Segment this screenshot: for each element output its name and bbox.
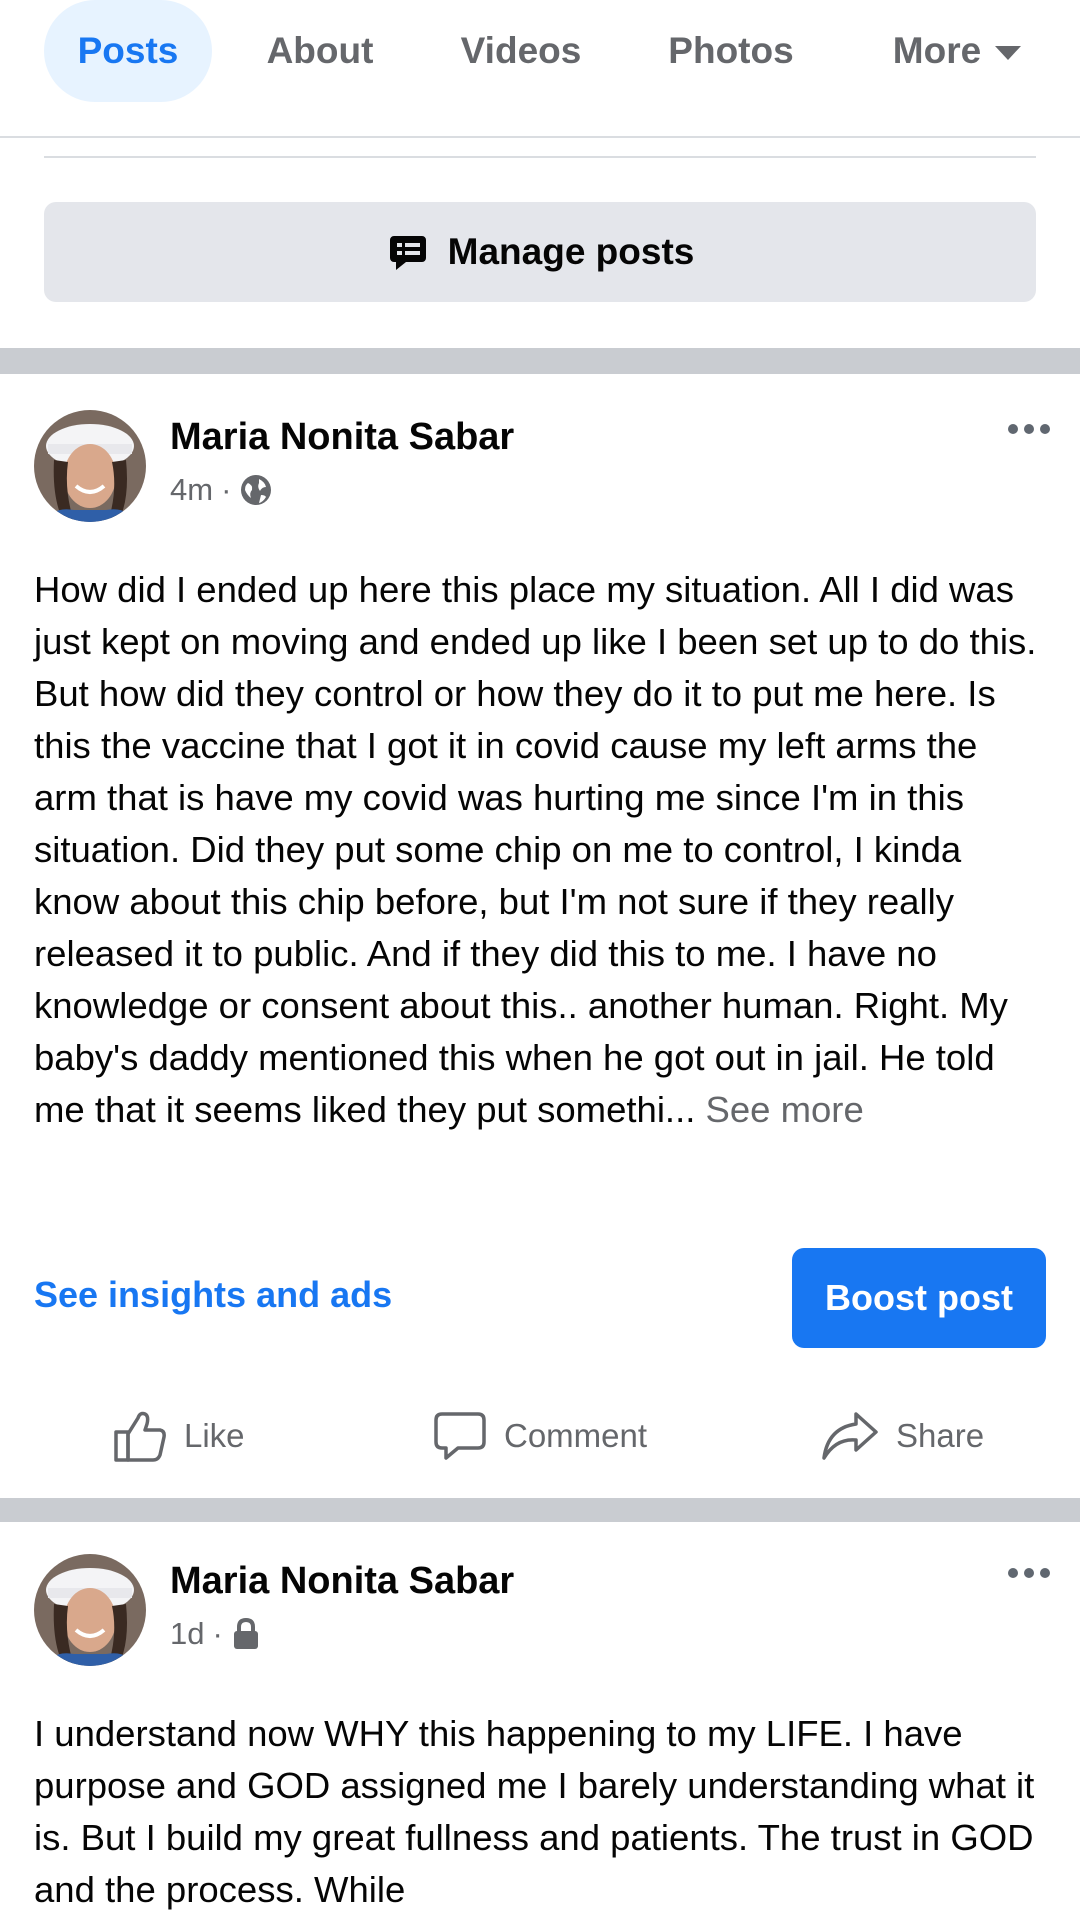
post-options-icon[interactable] [1008, 1568, 1050, 1578]
boost-post-label: Boost post [825, 1277, 1013, 1318]
post-meta: 4m · [170, 472, 273, 508]
comment-button[interactable]: Comment [432, 1396, 647, 1476]
tab-more-label: More [892, 30, 982, 71]
post-author[interactable]: Maria Nonita Sabar [170, 1560, 514, 1603]
see-insights-link[interactable]: See insights and ads [34, 1274, 392, 1316]
post-header: Maria Nonita Sabar 1d · [0, 1554, 1080, 1674]
avatar[interactable] [34, 1554, 146, 1666]
post-body-text: I understand now WHY this happening to m… [34, 1713, 1035, 1910]
meta-dot: · [221, 472, 232, 507]
tab-photos[interactable]: Photos [652, 0, 810, 102]
tab-videos[interactable]: Videos [442, 0, 600, 102]
profile-tabs: Posts About Videos Photos More [0, 0, 1080, 138]
see-more-link[interactable]: See more [706, 1089, 864, 1130]
post-time[interactable]: 1d [170, 1616, 204, 1652]
tab-about-label: About [266, 30, 374, 71]
post-actions: Like Comment Share [0, 1396, 1080, 1476]
meta-dot: · [212, 1616, 223, 1651]
tab-videos-label: Videos [460, 30, 582, 71]
post-insights-row: See insights and ads Boost post [0, 1248, 1080, 1348]
manage-posts-icon [389, 236, 426, 270]
share-label: Share [896, 1417, 985, 1454]
lock-icon [233, 1617, 258, 1649]
post-meta: 1d · [170, 1616, 261, 1652]
avatar[interactable] [34, 410, 146, 522]
post-text: How did I ended up here this place my si… [34, 564, 1050, 1136]
post-body-text: How did I ended up here this place my si… [34, 569, 1037, 1130]
share-icon [822, 1412, 878, 1460]
tab-posts-label: Posts [77, 30, 179, 71]
feed-separator [0, 1498, 1080, 1522]
post-author[interactable]: Maria Nonita Sabar [170, 416, 514, 459]
share-button[interactable]: Share [820, 1396, 984, 1476]
like-label: Like [184, 1417, 245, 1454]
tab-photos-label: Photos [668, 30, 794, 71]
post-text: I understand now WHY this happening to m… [34, 1708, 1050, 1916]
like-button[interactable]: Like [112, 1396, 245, 1476]
globe-icon [241, 475, 272, 505]
tab-more[interactable]: More [872, 0, 1042, 102]
tab-about[interactable]: About [248, 0, 392, 102]
post-header: Maria Nonita Sabar 4m · [0, 410, 1080, 530]
boost-post-button[interactable]: Boost post [792, 1248, 1046, 1348]
feed-separator [0, 348, 1080, 374]
tab-posts[interactable]: Posts [44, 0, 212, 102]
caret-down-icon [995, 46, 1022, 60]
manage-posts-label: Manage posts [447, 231, 695, 272]
comment-label: Comment [504, 1417, 648, 1454]
post-time[interactable]: 4m [170, 472, 213, 508]
comment-icon [434, 1412, 486, 1460]
post-options-icon[interactable] [1008, 424, 1050, 434]
like-icon [114, 1411, 166, 1462]
divider [44, 156, 1036, 158]
manage-posts-button[interactable]: Manage posts [44, 202, 1036, 302]
